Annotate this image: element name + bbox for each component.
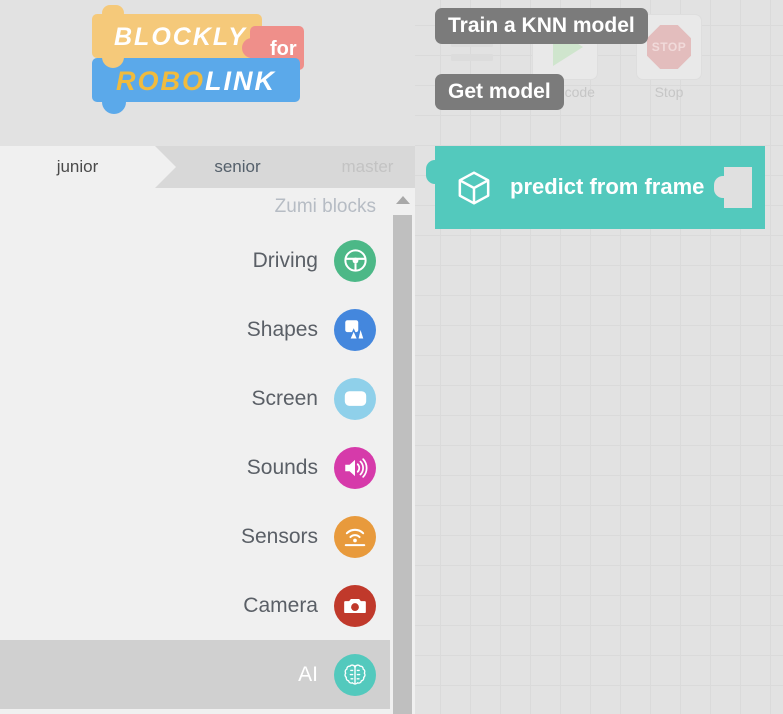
- category-list: Driving Shapes Screen Sounds Sensors Cam…: [0, 226, 390, 714]
- workspace-canvas[interactable]: Run code STOP Stop Train a KNN model Get…: [415, 0, 783, 714]
- sidebar-item-shapes[interactable]: Shapes: [0, 295, 390, 364]
- logo-text-blockly: BLOCKLY: [114, 23, 247, 51]
- block-left-notch: [426, 160, 438, 184]
- level-tab-bar: junior senior master: [0, 146, 415, 188]
- tooltip-get-model[interactable]: Get model: [435, 74, 564, 110]
- sidebar-item-label: Driving: [252, 248, 318, 272]
- sidebar-item-label: Sensors: [240, 524, 318, 548]
- tab-junior[interactable]: junior: [0, 146, 176, 188]
- sidebar-item-screen[interactable]: Screen: [0, 364, 390, 433]
- sidebar-item-camera[interactable]: Camera: [0, 571, 390, 640]
- shapes-icon: [334, 308, 376, 351]
- sensor-wifi-icon: [334, 515, 376, 558]
- blockly-app: BLOCKLY for ROBOLINK junior senior maste…: [0, 0, 783, 714]
- sidebar-item-label: Camera: [243, 593, 318, 617]
- cube-icon: [454, 168, 494, 213]
- block-right-socket[interactable]: [714, 167, 752, 208]
- sidebar-item-driving[interactable]: Driving: [0, 226, 390, 295]
- stop-label: Stop: [654, 84, 684, 100]
- screen-icon: [334, 377, 376, 420]
- block-label: predict from frame: [510, 174, 705, 199]
- scrollbar-thumb[interactable]: [393, 215, 412, 714]
- logo-text-link: LINK: [205, 66, 276, 96]
- sidebar-item-label: AI: [298, 662, 318, 686]
- left-panel: BLOCKLY for ROBOLINK junior senior maste…: [0, 0, 415, 714]
- tab-senior[interactable]: senior: [155, 146, 320, 188]
- sidebar-scrollbar[interactable]: [390, 188, 415, 714]
- sidebar-item-label: Shapes: [246, 317, 318, 341]
- brain-icon: [334, 653, 376, 696]
- blockly-for-robolink-logo: BLOCKLY for ROBOLINK: [92, 5, 304, 114]
- tab-master[interactable]: master: [320, 146, 415, 188]
- zumi-blocks-header: Zumi blocks: [274, 196, 376, 217]
- camera-icon: [334, 584, 376, 627]
- speaker-icon: [334, 446, 376, 489]
- sidebar-item-ai[interactable]: AI: [0, 640, 390, 709]
- sidebar-item-label: Sounds: [246, 455, 318, 479]
- logo-text-for: for: [270, 38, 297, 60]
- logo-text-robolink: ROBOLINK: [116, 66, 276, 97]
- logo-text-robo: ROBO: [116, 66, 205, 96]
- stop-sign-icon: STOP: [647, 25, 691, 69]
- caret-up-icon[interactable]: [396, 196, 410, 204]
- sidebar-item-sensors[interactable]: Sensors: [0, 502, 390, 571]
- sidebar-item-label: Screen: [251, 386, 318, 410]
- block-predict-from-frame[interactable]: predict from frame: [426, 146, 765, 229]
- steering-wheel-icon: [334, 239, 376, 282]
- menu-bar-3: [451, 54, 493, 61]
- tooltip-train-knn-model[interactable]: Train a KNN model: [435, 8, 648, 44]
- sidebar-item-sounds[interactable]: Sounds: [0, 433, 390, 502]
